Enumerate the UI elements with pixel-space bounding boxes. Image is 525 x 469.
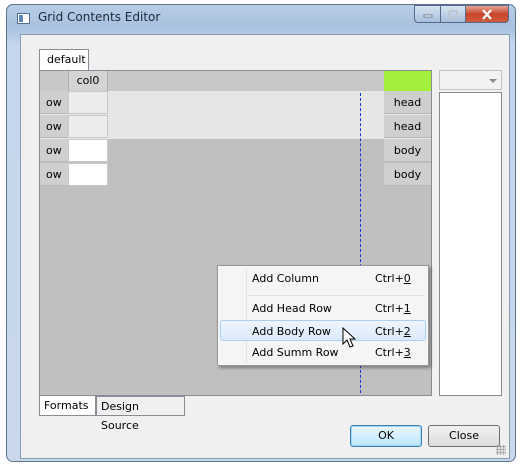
grid-row[interactable]: ow head	[40, 91, 431, 115]
menu-item-label: Add Column	[252, 272, 319, 285]
dialog-window: Grid Contents Editor default col0 ow hea…	[6, 4, 516, 462]
mouse-pointer-icon	[342, 327, 357, 348]
grid-cell[interactable]	[68, 163, 108, 186]
row-type-label[interactable]: head	[384, 115, 431, 138]
menu-separator	[249, 295, 425, 296]
window-close-button[interactable]	[466, 5, 509, 23]
close-button[interactable]: Close	[428, 425, 500, 447]
menu-item-shortcut: Ctrl+3	[375, 346, 411, 359]
minimize-icon	[423, 14, 432, 18]
grid-cell[interactable]	[68, 115, 108, 138]
row-type-label[interactable]: body	[384, 163, 431, 186]
menu-item-label: Add Summ Row	[252, 346, 339, 359]
resize-grip-icon[interactable]	[496, 445, 506, 455]
row-header[interactable]: ow	[40, 163, 68, 186]
chevron-down-icon	[489, 79, 497, 83]
grid-row[interactable]: ow head	[40, 115, 431, 139]
menu-item-add-column[interactable]: Add Column Ctrl+0	[220, 268, 426, 289]
row-type-label[interactable]: body	[384, 139, 431, 162]
ok-button[interactable]: OK	[350, 425, 422, 447]
properties-panel	[439, 70, 502, 396]
window-title: Grid Contents Editor	[38, 10, 161, 24]
grid-cell[interactable]	[68, 91, 108, 114]
grid-row[interactable]: ow body	[40, 139, 431, 163]
maximize-button[interactable]	[440, 5, 466, 23]
row-header[interactable]: ow	[40, 139, 68, 162]
close-icon	[482, 8, 492, 20]
column-header-col0[interactable]: col0	[68, 71, 108, 91]
tab-formats[interactable]: Formats	[39, 396, 96, 416]
menu-item-shortcut: Ctrl+0	[375, 272, 411, 285]
context-menu: Add Column Ctrl+0 Add Head Row Ctrl+1 Ad…	[217, 265, 429, 366]
row-header[interactable]: ow	[40, 115, 68, 138]
menu-item-shortcut: Ctrl+2	[375, 325, 411, 338]
selected-column-indicator[interactable]	[384, 71, 431, 91]
properties-list[interactable]	[439, 92, 502, 396]
row-type-label[interactable]: head	[384, 91, 431, 114]
caption-buttons	[414, 5, 509, 24]
menu-item-label: Add Head Row	[252, 302, 332, 315]
dialog-client-area: default col0 ow head ow head ow body ow …	[20, 34, 510, 459]
menu-item-add-body-row[interactable]: Add Body Row Ctrl+2	[220, 320, 426, 341]
grid-cell[interactable]	[68, 139, 108, 162]
grid-row[interactable]: ow body	[40, 163, 431, 187]
tab-default[interactable]: default	[39, 49, 89, 70]
menu-item-shortcut: Ctrl+1	[375, 302, 411, 315]
row-header[interactable]: ow	[40, 91, 68, 114]
minimize-button[interactable]	[414, 5, 440, 23]
maximize-icon	[448, 9, 458, 19]
menu-item-add-head-row[interactable]: Add Head Row Ctrl+1	[220, 298, 426, 319]
tab-design-source[interactable]: Design Source	[96, 396, 185, 432]
menu-item-add-summ-row[interactable]: Add Summ Row Ctrl+3	[220, 342, 426, 363]
format-dropdown[interactable]	[439, 70, 502, 90]
menu-item-label: Add Body Row	[252, 325, 331, 338]
app-window-icon	[17, 13, 30, 24]
